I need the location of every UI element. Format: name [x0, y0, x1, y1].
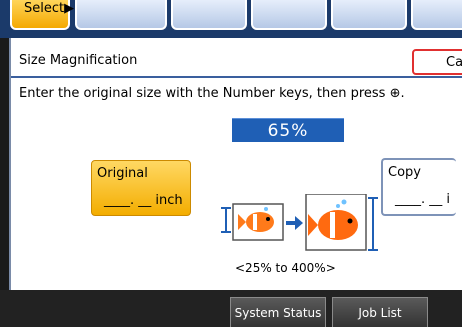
- original-size-field: ____. __ inch: [104, 193, 183, 208]
- tab-6[interactable]: [411, 0, 462, 30]
- magnification-display: 65%: [232, 118, 344, 142]
- select-tab[interactable]: Select▶: [10, 0, 74, 30]
- tab-5[interactable]: [331, 0, 407, 30]
- magnification-illustration: [221, 194, 378, 251]
- original-dimension-bracket: [221, 207, 231, 233]
- original-label: Original: [97, 166, 148, 181]
- fish-copy-icon: [305, 194, 367, 251]
- system-status-button[interactable]: System Status: [230, 297, 326, 327]
- original-size-button[interactable]: Original ____. __ inch: [91, 160, 191, 216]
- instruction-text: Enter the original size with the Number …: [19, 86, 405, 101]
- tab-4[interactable]: [251, 0, 327, 30]
- magnification-range: <25% to 400%>: [235, 261, 336, 275]
- top-tab-strip: Select▶: [0, 0, 462, 38]
- copy-dimension-bracket: [368, 197, 378, 251]
- bottom-bar: System Status Job List: [0, 290, 462, 327]
- job-list-button[interactable]: Job List: [332, 297, 428, 327]
- cancel-button[interactable]: Ca: [412, 49, 462, 75]
- page-title: Size Magnification: [19, 53, 138, 68]
- tab-2[interactable]: [75, 0, 167, 30]
- title-row: Size Magnification Ca: [11, 44, 462, 78]
- select-tab-label: Select▶: [24, 1, 75, 16]
- tab-3[interactable]: [171, 0, 247, 30]
- copy-label: Copy: [388, 165, 421, 180]
- fish-original-icon: [232, 203, 284, 241]
- copy-size-button[interactable]: Copy ____. __ i: [381, 158, 456, 216]
- copy-size-field: ____. __ i: [395, 192, 451, 207]
- arrow-right-icon: [286, 216, 303, 230]
